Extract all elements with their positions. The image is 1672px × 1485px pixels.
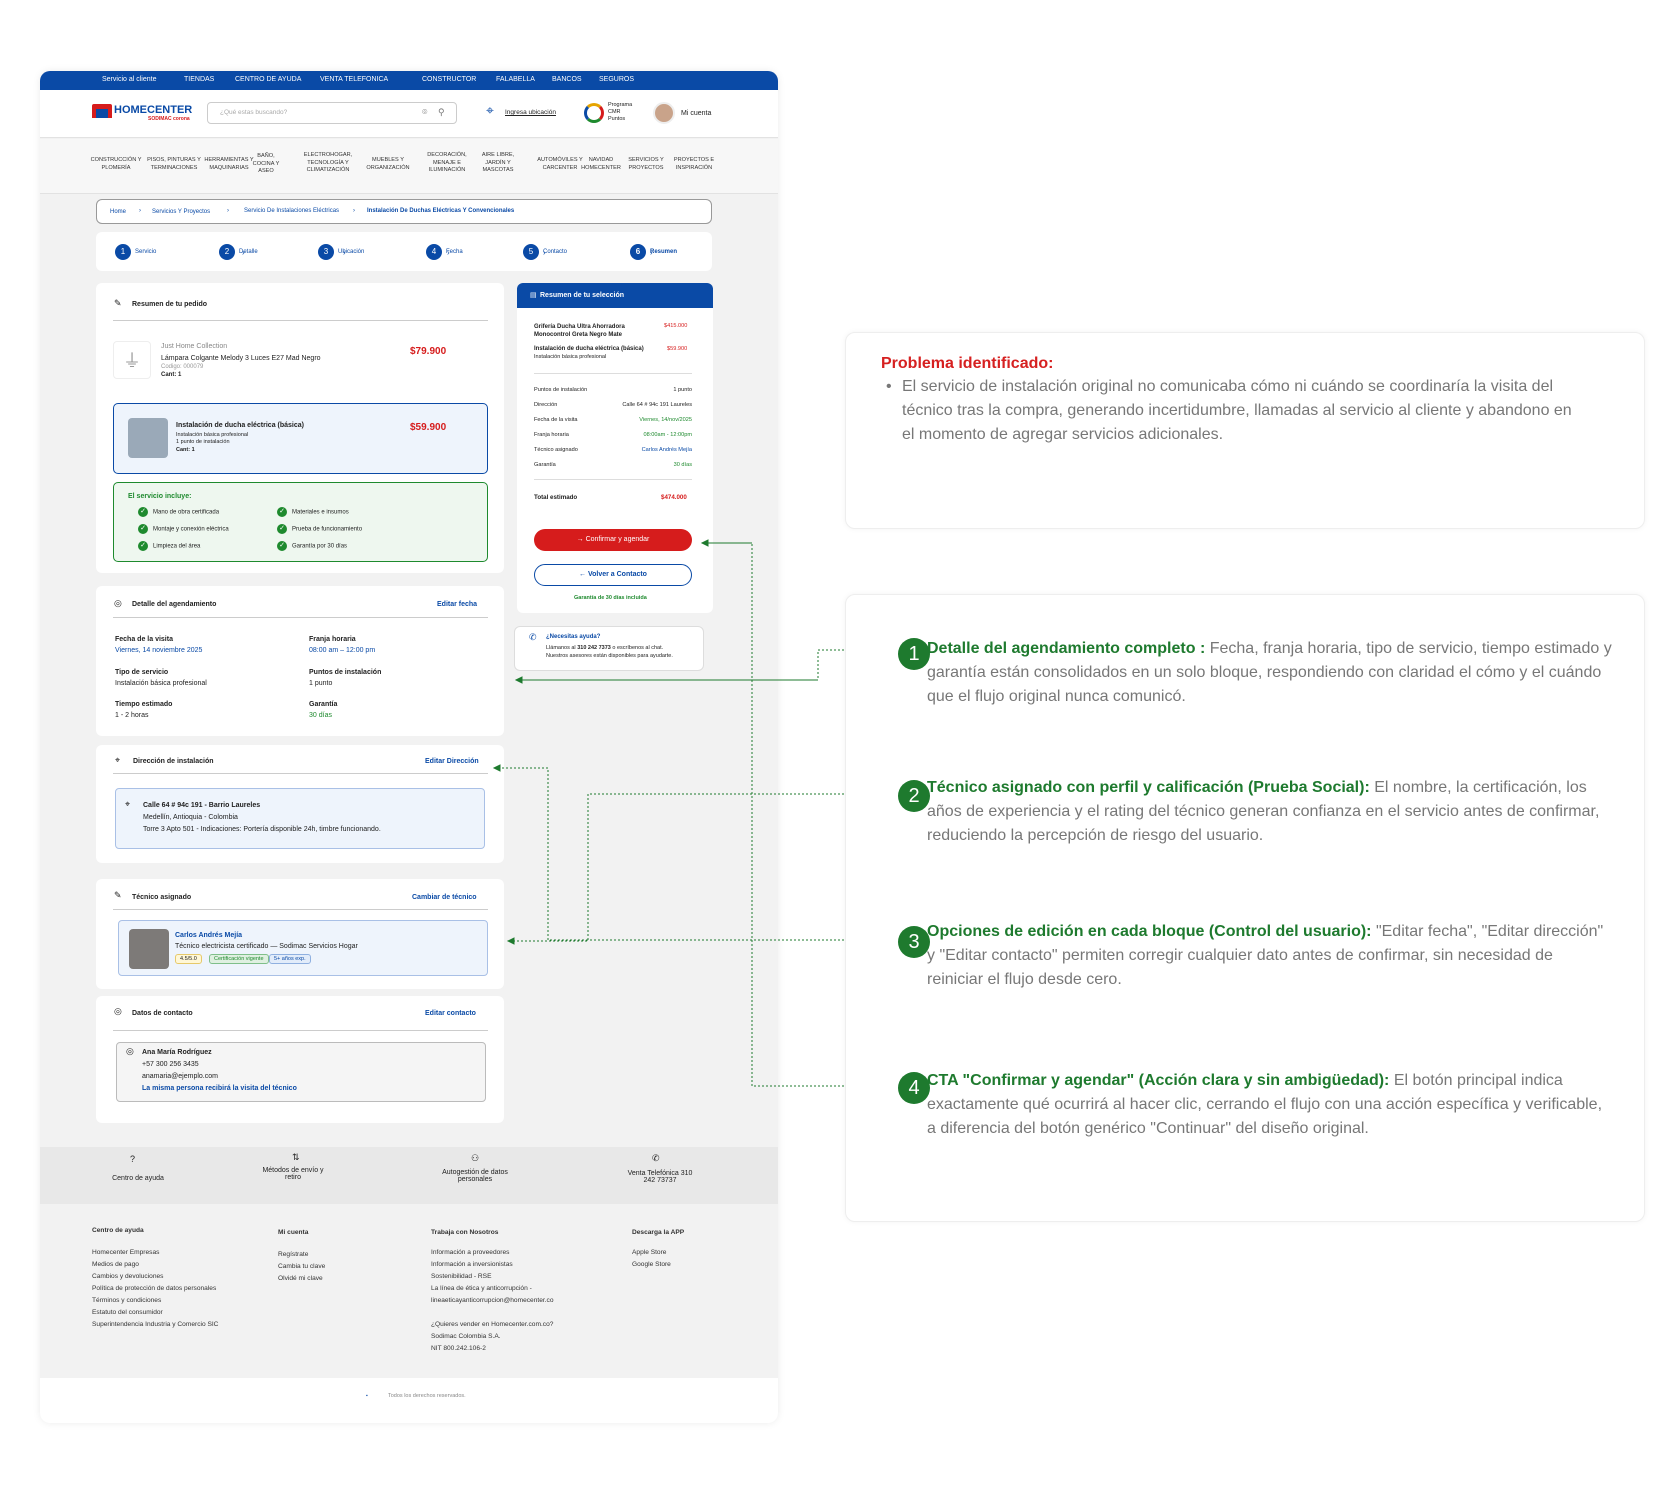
annotation-number: 4 bbox=[898, 1072, 930, 1104]
problem-text: • El servicio de instalación original no … bbox=[886, 375, 1576, 447]
annotation-text: Detalle del agendamiento completo : Fech… bbox=[927, 640, 1612, 705]
annotation-text: CTA "Confirmar y agendar" (Acción clara … bbox=[927, 1072, 1603, 1137]
bullet-icon: • bbox=[886, 378, 892, 395]
annotation-number: 2 bbox=[898, 780, 930, 812]
annotation-text: Técnico asignado con perfil y calificaci… bbox=[927, 779, 1600, 844]
annotation-number: 3 bbox=[898, 926, 930, 958]
problem-title: Problema identificado: bbox=[881, 355, 1054, 372]
problem-panel: Problema identificado: • El servicio de i… bbox=[845, 332, 1645, 529]
annotation-number: 1 bbox=[898, 638, 930, 670]
annotation-text: Opciones de edición en cada bloque (Cont… bbox=[927, 923, 1604, 988]
